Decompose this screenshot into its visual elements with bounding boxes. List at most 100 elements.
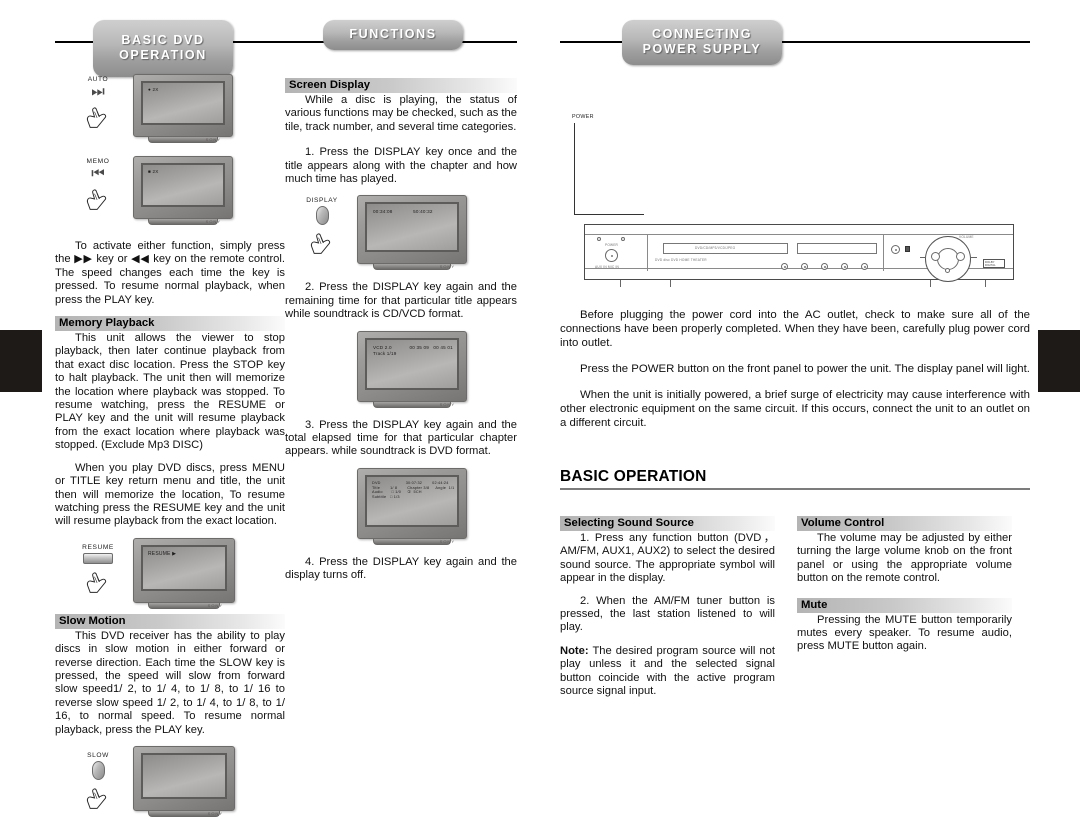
section-banner-connecting-power-supply: CONNECTING POWER SUPPLY (560, 20, 1030, 66)
subcolumn-volume-mute: Volume Control The volume may be adjuste… (797, 512, 1012, 707)
resume-key-icon (83, 552, 113, 564)
power-button-dot (610, 254, 613, 257)
dolby-digital-logo-text: DOLBY DIGITAL (985, 260, 996, 267)
fast-forward-icon: ⏭ (91, 83, 105, 100)
column-basic-dvd-operation: BASIC DVD OPERATION AUTO ⏭ ● 2X SONY MEM… (55, 20, 285, 820)
paragraph-sound-source-step-2: 2. When the AM/FM tuner button is presse… (560, 594, 775, 634)
control-label-auto: AUTO (87, 76, 109, 83)
pointing-hand-icon (86, 788, 107, 809)
paragraph-activate-function: To activate either function, simply pres… (55, 240, 285, 306)
tv-illustration-dvd-info: DVD 30:07:32 02:44:24 Title 1/ 8 Chapter… (357, 467, 467, 545)
knob-mark-bottom (945, 268, 950, 273)
volume-knob-inner (937, 248, 959, 270)
heading-basic-operation-text: BASIC OPERATION (560, 468, 707, 485)
section-banner-functions: FUNCTIONS (285, 20, 517, 66)
slow-key-icon (91, 760, 105, 780)
tv-case: DVD 30:07:32 02:44:24 Title 1/ 8 Chapter… (357, 467, 467, 544)
knob-mark-right (956, 252, 965, 261)
disc-tray (797, 243, 877, 254)
paragraph-memory-playback-2: When you play DVD discs, press MENU or T… (55, 461, 285, 528)
tv-illustration-title-time: 00:34:08 50:40:32 SONY (357, 195, 467, 271)
tv-screen: ■ 2X (141, 163, 225, 207)
control-label-slow: SLOW (87, 751, 109, 759)
tv-brand-mark: SONY (439, 401, 455, 407)
osd-title-time: 00:34:08 50:40:32 (373, 209, 433, 215)
column-connecting-power-supply: CONNECTING POWER SUPPLY POWER POWER AUX … (560, 20, 1030, 707)
illustration-resume: RESUME RESUME ▶ SONY (55, 537, 285, 610)
open-close-button (891, 245, 900, 254)
osd-memo-text: ■ 2X (148, 169, 159, 174)
panel-foot-tick-1 (620, 280, 621, 287)
btn-dot (863, 265, 866, 268)
diagram-lead-line (574, 123, 644, 215)
transport-button-1 (781, 263, 788, 270)
osd-vcd-track: VCD 2.0 00 35 09 00 45 01 Track 1/19 (373, 344, 453, 356)
tv-brand-mark: SONY (207, 602, 223, 608)
tv-case: RESUME ▶ SONY (133, 537, 235, 608)
heading-slow-motion: Slow Motion (55, 613, 285, 629)
btn-dot (843, 265, 846, 268)
osd-dvd-info: DVD 30:07:32 02:44:24 Title 1/ 8 Chapter… (372, 480, 455, 500)
dolby-digital-logo: DOLBY DIGITAL (983, 259, 1005, 268)
paragraph-display-step-1: 1. Press the DISPLAY key once and the ti… (285, 146, 517, 186)
paragraph-mute: Pressing the MUTE button temporarily mut… (797, 613, 1012, 653)
tv-illustration-auto: ● 2X SONY (133, 74, 233, 143)
transport-button-3 (821, 263, 828, 270)
illustration-memo: MEMO ⏮ ■ 2X SONY (55, 156, 285, 226)
tv-case: VCD 2.0 00 35 09 00 45 01 Track 1/19 SON… (357, 330, 467, 407)
heading-screen-display: Screen Display (285, 78, 517, 93)
note-label: Note: (560, 644, 589, 657)
tv-illustration-slow: SONY (133, 745, 235, 817)
paragraph-volume-control: The volume may be adjusted by either tur… (797, 532, 1012, 585)
tv-screen: VCD 2.0 00 35 09 00 45 01 Track 1/19 (365, 337, 459, 390)
illustration-display-step-1: DISPLAY 00:34:08 50:40:32 SONY (285, 195, 517, 273)
display-key-icon (315, 206, 329, 226)
tv-illustration-memo: ■ 2X SONY (133, 156, 233, 225)
rewind-icon: ⏮ (91, 165, 105, 182)
transport-button-2 (801, 263, 808, 270)
indicator-led-2 (621, 237, 625, 241)
tv-brand-mark: SONY (439, 538, 455, 544)
sensor-window (905, 246, 910, 252)
section-banner-basic-dvd-operation: BASIC DVD OPERATION (55, 20, 285, 77)
pointing-hand-icon (86, 572, 107, 593)
osd-resume-text: RESUME ▶ (148, 550, 177, 557)
illustration-display-step-2: VCD 2.0 00 35 09 00 45 01 Track 1/19 SON… (285, 330, 517, 411)
display-window-text: DVD/CD/MP3/VCD/JPEG (695, 246, 736, 250)
panel-label-inputs: AUX IN MIC IN (595, 265, 620, 269)
tv-case: ■ 2X SONY (133, 156, 233, 224)
tv-screen: RESUME ▶ (141, 544, 227, 591)
control-memo: MEMO ⏮ (75, 158, 121, 217)
diagram-lead-label-power: POWER (572, 114, 594, 120)
paragraph-sound-source-note: Note: The desired program source will no… (560, 645, 775, 699)
illustration-slow: SLOW SONY (55, 745, 285, 820)
page-edge-tab-left (0, 330, 42, 392)
control-slow: SLOW (75, 752, 121, 816)
heading-mute: Mute (797, 597, 1012, 613)
btn-dot (823, 265, 826, 268)
tv-case: 00:34:08 50:40:32 SONY (357, 195, 467, 269)
heading-basic-operation: BASIC OPERATION (560, 468, 1030, 490)
page-edge-tab-right (1038, 330, 1080, 392)
paragraph-screen-display: While a disc is playing, the status of v… (285, 94, 517, 133)
transport-button-4 (841, 263, 848, 270)
control-label-memo: MEMO (86, 158, 110, 165)
btn-dot (783, 265, 786, 268)
paragraph-memory-playback-1: This unit allows the viewer to stop play… (55, 332, 285, 452)
tv-case: SONY (133, 745, 235, 816)
paragraph-slow-motion: This DVD receiver has the ability to pla… (55, 629, 285, 736)
banner-label: CONNECTING POWER SUPPLY (622, 20, 782, 65)
column-functions: FUNCTIONS Screen Display While a disc is… (285, 20, 517, 592)
tv-screen: 00:34:08 50:40:32 (365, 202, 459, 253)
tv-brand-mark: SONY (205, 137, 221, 142)
tv-brand-mark: SONY (205, 219, 221, 224)
panel-divider-right (883, 234, 884, 271)
tv-screen: DVD 30:07:32 02:44:24 Title 1/ 8 Chapter… (365, 474, 459, 527)
heading-selecting-sound-source: Selecting Sound Source (560, 516, 775, 531)
basic-operation-columns: Selecting Sound Source 1. Press any func… (560, 512, 1030, 707)
subcolumn-sound-source: Selecting Sound Source 1. Press any func… (560, 512, 775, 707)
tv-illustration-resume: RESUME ▶ SONY (133, 537, 235, 609)
panel-label-volume: VOLUME (959, 235, 974, 239)
knob-mark-left (931, 252, 940, 261)
paragraph-display-step-3: 3. Press the DISPLAY key again and the t… (285, 418, 517, 458)
